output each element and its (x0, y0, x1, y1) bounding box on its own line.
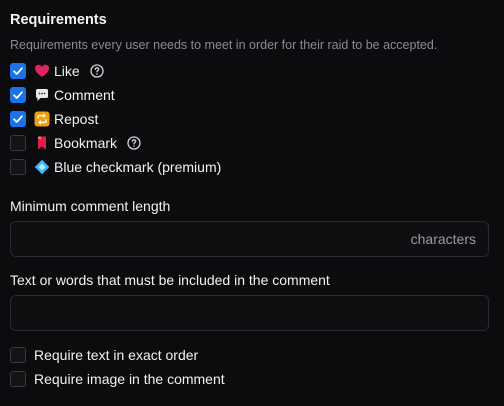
required-text-label: Text or words that must be included in t… (10, 272, 330, 288)
speech-bubble-icon (34, 87, 50, 103)
require-image-checkbox[interactable] (10, 371, 26, 387)
requirement-blue-checkmark[interactable]: Blue checkmark (premium) (10, 158, 221, 176)
blue-checkmark-checkbox[interactable] (10, 159, 26, 175)
requirements-panel: Requirements Requirements every user nee… (0, 0, 504, 406)
like-label: Like (54, 63, 80, 79)
check-icon (13, 67, 23, 75)
comment-label: Comment (54, 87, 115, 103)
requirement-repost[interactable]: Repost (10, 110, 98, 128)
repost-checkbox[interactable] (10, 111, 26, 127)
check-icon (13, 115, 23, 123)
blue-checkmark-label: Blue checkmark (premium) (54, 159, 222, 175)
require-image-label: Require image in the comment (34, 371, 225, 387)
exact-order-label: Require text in exact order (34, 347, 199, 363)
like-checkbox[interactable] (10, 63, 26, 79)
bookmark-label: Bookmark (54, 135, 118, 151)
min-comment-length-input[interactable]: characters (10, 221, 489, 257)
min-comment-length-label: Minimum comment length (10, 198, 171, 214)
exact-order-checkbox[interactable] (10, 347, 26, 363)
characters-suffix: characters (410, 231, 476, 247)
required-text-input[interactable] (10, 295, 489, 331)
diamond-icon (34, 159, 50, 175)
requirement-bookmark[interactable]: Bookmark (10, 134, 141, 152)
section-description: Requirements every user needs to meet in… (10, 38, 438, 52)
bookmark-icon (34, 135, 50, 151)
heart-icon (34, 63, 50, 79)
help-icon[interactable] (127, 136, 141, 150)
check-icon (13, 91, 23, 99)
repost-label: Repost (54, 111, 99, 127)
help-icon[interactable] (90, 64, 104, 78)
section-title: Requirements (10, 12, 107, 28)
repeat-icon (34, 111, 50, 127)
option-exact-order[interactable]: Require text in exact order (10, 346, 198, 364)
comment-checkbox[interactable] (10, 87, 26, 103)
requirement-comment[interactable]: Comment (10, 86, 115, 104)
option-require-image[interactable]: Require image in the comment (10, 370, 225, 388)
requirement-like[interactable]: Like (10, 62, 104, 80)
bookmark-checkbox[interactable] (10, 135, 26, 151)
